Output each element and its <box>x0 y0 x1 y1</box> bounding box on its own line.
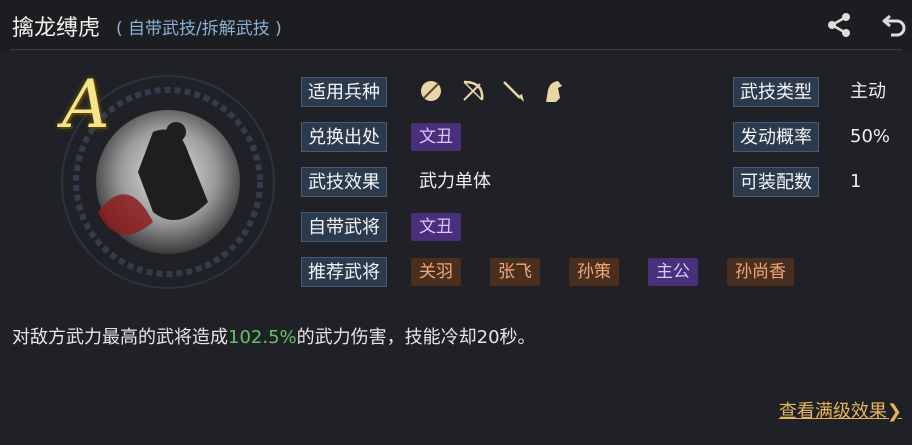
applicable-units-label: 适用兵种 <box>301 77 387 107</box>
back-icon[interactable] <box>880 10 910 40</box>
source-tag[interactable]: 文丑 <box>411 123 461 151</box>
header-bar: 擒龙缚虎 ( 自带武技/拆解武技 ) <box>0 0 912 50</box>
own-general-tag[interactable]: 文丑 <box>411 213 461 241</box>
view-max-level-link[interactable]: 查看满级效果❯ <box>779 397 902 423</box>
description-before: 对敌方武力最高的武将造成 <box>12 327 228 348</box>
bow-icon <box>463 80 484 101</box>
description-after: 的武力伤害，技能冷却20秒。 <box>296 327 536 348</box>
effect-label: 武技效果 <box>301 167 387 197</box>
equip-label: 可装配数 <box>733 167 819 197</box>
skill-grade: A <box>62 66 110 143</box>
chance-label: 发动概率 <box>733 122 819 152</box>
recommend-tag-4[interactable]: 主公 <box>648 258 698 286</box>
effect-value: 武力单体 <box>419 171 491 192</box>
equip-value: 1 <box>850 171 862 192</box>
type-label: 武技类型 <box>733 77 819 107</box>
skill-subtitle: ( 自带武技/拆解武技 ) <box>116 19 282 39</box>
recommend-tag-1[interactable]: 关羽 <box>411 258 461 286</box>
share-icon[interactable] <box>824 10 854 40</box>
own-general-label: 自带武将 <box>301 212 387 242</box>
recommend-tag-3[interactable]: 孙策 <box>569 258 619 286</box>
skill-description: 对敌方武力最高的武将造成102.5%的武力伤害，技能冷却20秒。 <box>12 323 536 349</box>
chevron-right-icon: ❯ <box>886 401 902 422</box>
horse-icon <box>546 81 562 102</box>
spear-icon <box>503 81 524 102</box>
type-value: 主动 <box>850 81 886 102</box>
recommend-tag-5[interactable]: 孙尚香 <box>727 258 794 286</box>
chance-value: 50% <box>850 126 891 147</box>
recommend-label: 推荐武将 <box>301 257 387 287</box>
header-divider <box>10 49 902 50</box>
source-label: 兑换出处 <box>301 122 387 152</box>
recommend-tag-2[interactable]: 张飞 <box>490 258 540 286</box>
view-max-level-label: 查看满级效果 <box>778 401 887 422</box>
skill-title: 擒龙缚虎 <box>12 16 101 41</box>
shield-icon <box>421 81 441 101</box>
description-highlight: 102.5% <box>228 327 297 348</box>
